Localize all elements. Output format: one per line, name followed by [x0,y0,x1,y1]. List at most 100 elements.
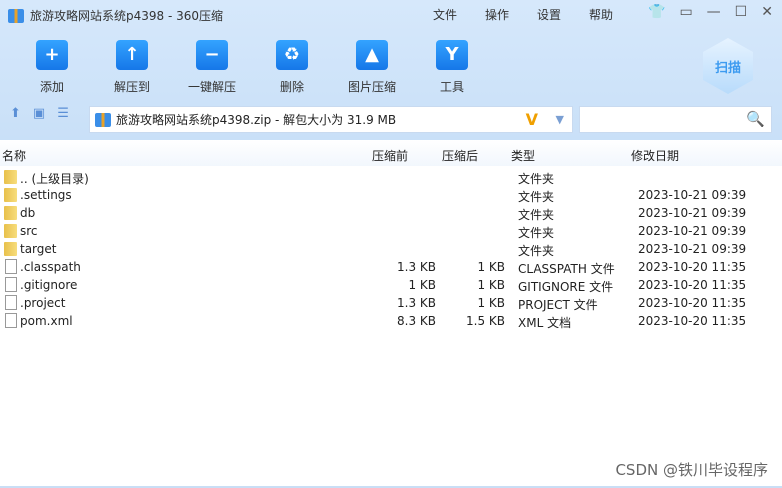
search-input[interactable]: 🔍 [579,106,772,133]
size-before: 1.3 KB [397,296,436,310]
size-after: 1.5 KB [466,314,505,328]
modified-date: 2023-10-21 09:39 [638,242,747,256]
folder-icon [4,242,17,256]
title-text: 旅游攻略网站系统p4398 - 360压缩 [30,9,224,23]
size-after: 1 KB [477,296,505,310]
file-row[interactable]: .gitignore 1 KB 1 KB GITIGNORE 文件 2023-1… [0,276,760,294]
thumbnail-view-icon[interactable]: ▣ [33,106,45,121]
file-name: db [20,206,36,220]
list-view-icon[interactable]: ☰ [57,106,69,121]
file-row[interactable]: db 文件夹 2023-10-21 09:39 [0,204,760,222]
size-after: 1 KB [477,260,505,274]
modified-date: 2023-10-20 11:35 [638,278,747,292]
one-click-extract-icon: − [196,40,228,70]
skin-icon[interactable]: 👕 [648,4,665,20]
watermark: CSDN @铁川毕设程序 [615,461,768,479]
file-name: pom.xml [20,314,73,328]
file-type: 文件夹 [518,208,555,222]
delete-icon: ♻ [276,40,308,70]
file-name: .settings [20,188,72,202]
path-text: 旅游攻略网站系统p4398.zip - 解包大小为 31.9 MB [116,113,397,127]
image-compress-icon: ▲ [356,40,388,70]
file-name: .gitignore [20,278,78,292]
file-row[interactable]: .project 1.3 KB 1 KB PROJECT 文件 2023-10-… [0,294,760,312]
add-label: 添加 [39,80,64,94]
file-name: .project [20,296,66,310]
modified-date: 2023-10-21 09:39 [638,224,747,238]
zip-icon [8,8,24,23]
file-icon [5,313,17,328]
modified-date: 2023-10-20 11:35 [638,296,747,310]
window-controls: 👕 ▭ — ☐ ✕ [648,4,773,20]
menu-bar: 文件 操作 设置 帮助 [433,6,613,23]
file-type: GITIGNORE 文件 [518,280,614,294]
file-icon [5,295,17,310]
modified-date: 2023-10-21 09:39 [638,206,747,220]
file-row[interactable]: src 文件夹 2023-10-21 09:39 [0,222,760,240]
col-size-after[interactable]: 压缩后 [442,147,478,164]
close-button[interactable]: ✕ [761,4,773,20]
window-title: 旅游攻略网站系统p4398 - 360压缩 [8,7,223,24]
v-logo-icon[interactable]: V [526,110,538,129]
menu-settings[interactable]: 设置 [537,6,561,23]
tools-button[interactable]: Y 工具 [412,38,492,95]
tools-icon: Y [436,40,468,70]
file-type: XML 文档 [518,316,572,330]
column-header: 名称 压缩前 压缩后 类型 修改日期 [0,140,782,166]
menu-file[interactable]: 文件 [433,6,457,23]
file-type: CLASSPATH 文件 [518,262,615,276]
file-row[interactable]: target 文件夹 2023-10-21 09:39 [0,240,760,258]
folder-icon [4,170,17,184]
file-row[interactable]: pom.xml 8.3 KB 1.5 KB XML 文档 2023-10-20 … [0,312,760,330]
search-icon[interactable]: 🔍 [746,110,765,128]
minimize-button[interactable]: — [707,4,721,20]
up-icon[interactable]: ⬆ [10,106,21,121]
file-name: src [20,224,38,238]
col-type[interactable]: 类型 [511,147,535,164]
size-before: 1.3 KB [397,260,436,274]
maximize-button[interactable]: ☐ [735,4,748,20]
file-type: 文件夹 [518,190,555,204]
col-name[interactable]: 名称 [2,147,26,164]
file-type: PROJECT 文件 [518,298,598,312]
size-before: 1 KB [408,278,436,292]
col-date[interactable]: 修改日期 [631,147,679,164]
size-before: 8.3 KB [397,314,436,328]
col-size-before[interactable]: 压缩前 [372,147,408,164]
menu-operate[interactable]: 操作 [485,6,509,23]
modified-date: 2023-10-20 11:35 [638,314,747,328]
add-button[interactable]: + 添加 [12,38,92,95]
delete-button[interactable]: ♻ 删除 [252,38,332,95]
path-bar[interactable]: 旅游攻略网站系统p4398.zip - 解包大小为 31.9 MB V ▼ [89,106,573,133]
modified-date: 2023-10-20 11:35 [638,260,747,274]
folder-icon [4,224,17,238]
tools-label: 工具 [439,80,464,94]
add-icon: + [36,40,68,70]
menu-help[interactable]: 帮助 [589,6,613,23]
image-compress-label: 图片压缩 [347,80,396,94]
file-icon [5,277,17,292]
scan-button[interactable]: 扫描 [703,38,753,94]
file-type: 文件夹 [518,226,555,240]
scan-label: 扫描 [714,60,741,76]
feedback-icon[interactable]: ▭ [679,4,692,20]
extract-to-icon: ↑ [116,40,148,70]
extract-to-button[interactable]: ↑ 解压到 [92,38,172,95]
folder-icon [4,188,17,202]
one-click-extract-label: 一键解压 [187,80,236,94]
file-name: target [20,242,57,256]
file-type: 文件夹 [518,172,555,186]
zip-icon [95,112,111,127]
file-type: 文件夹 [518,244,555,258]
delete-label: 删除 [279,80,304,94]
modified-date: 2023-10-21 09:39 [638,188,747,202]
dropdown-icon[interactable]: ▼ [556,113,564,126]
file-row[interactable]: .settings 文件夹 2023-10-21 09:39 [0,186,760,204]
file-row[interactable]: .classpath 1.3 KB 1 KB CLASSPATH 文件 2023… [0,258,760,276]
folder-icon [4,206,17,220]
image-compress-button[interactable]: ▲ 图片压缩 [332,38,412,95]
one-click-extract-button[interactable]: − 一键解压 [172,38,252,95]
file-name: .. (上级目录) [20,172,89,186]
size-after: 1 KB [477,278,505,292]
file-row[interactable]: .. (上级目录) 文件夹 [0,168,760,186]
